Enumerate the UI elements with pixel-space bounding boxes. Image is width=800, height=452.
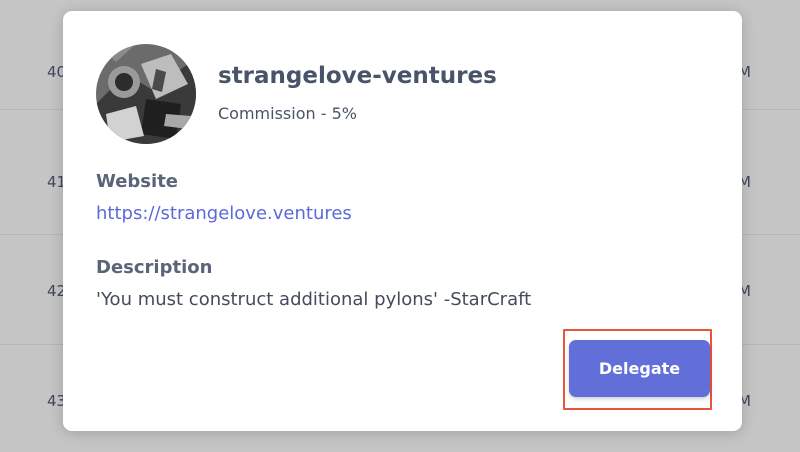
website-link[interactable]: https://strangelove.ventures	[96, 203, 352, 224]
validator-name: strangelove-ventures	[218, 63, 497, 89]
avatar-image	[96, 44, 196, 144]
description-text: 'You must construct additional pylons' -…	[96, 289, 532, 310]
commission-text: Commission - 5%	[218, 104, 357, 123]
validator-modal: strangelove-ventures Commission - 5% Web…	[63, 11, 742, 431]
website-label: Website	[96, 171, 179, 192]
validator-avatar-icon	[96, 44, 196, 144]
description-label: Description	[96, 257, 213, 278]
delegate-button[interactable]: Delegate	[569, 340, 710, 397]
